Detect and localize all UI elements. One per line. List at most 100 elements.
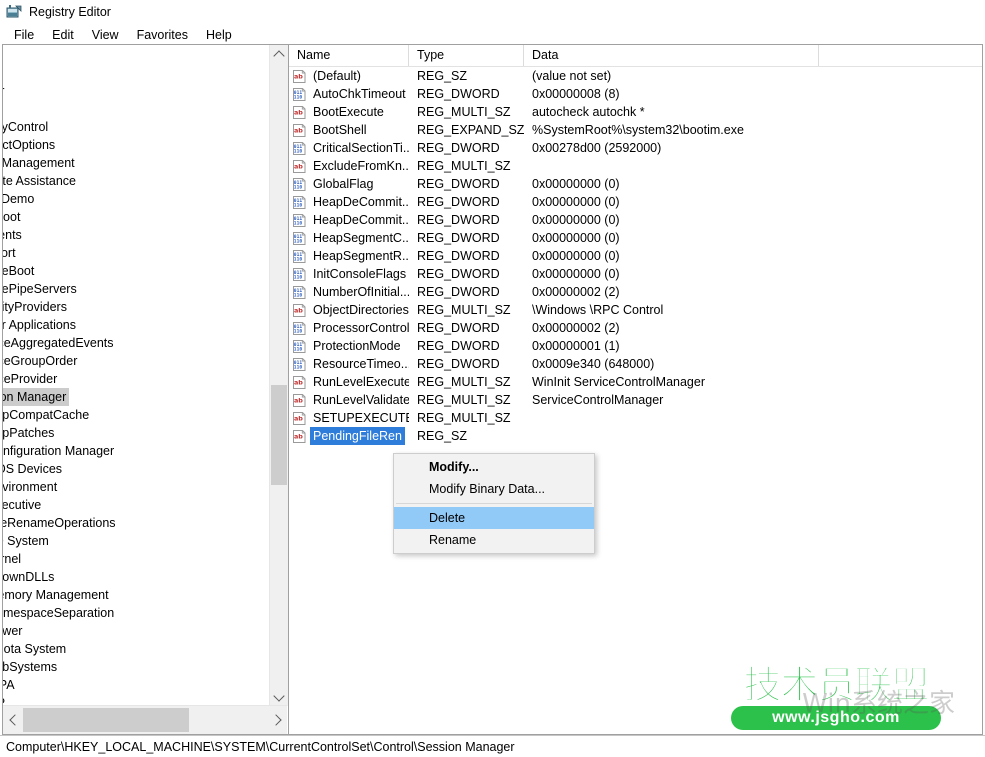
svg-text:110: 110 — [294, 292, 303, 298]
tree-scroll-thumb[interactable] — [271, 385, 287, 485]
tree-node-pnp[interactable]: PnP — [3, 64, 269, 82]
menu-file[interactable]: File — [5, 26, 43, 44]
value-row[interactable]: 011 110 InitConsoleFlags REG_DWORD 0x0000000… — [289, 265, 982, 283]
tree-node-print[interactable]: Print — [3, 100, 269, 118]
value-name-cell: ab (Default) — [289, 67, 409, 85]
value-row[interactable]: ab SETUPEXECUTE REG_MULTI_SZ — [289, 409, 982, 427]
tree-node-prioritycontrol[interactable]: PriorityControl — [3, 118, 269, 136]
tree-node-retaildemo[interactable]: RetailDemo — [3, 190, 269, 208]
tree-node-serviceaggregatedevents[interactable]: ServiceAggregatedEvents — [3, 334, 269, 352]
value-data: 0x00278d00 (2592000) — [532, 141, 662, 155]
value-row[interactable]: ab PendingFileRen REG_SZ — [289, 427, 982, 445]
tree-node-pcw[interactable]: PCW — [3, 46, 269, 64]
tree-scroll-down-button[interactable] — [270, 688, 288, 706]
value-row[interactable]: 011 110 ResourceTimeo... REG_DWORD 0x0009e34… — [289, 355, 982, 373]
tree-node-productoptions[interactable]: ProductOptions — [3, 136, 269, 154]
svg-text:110: 110 — [294, 238, 303, 244]
tree-node-memory-management[interactable]: Memory Management — [3, 586, 269, 604]
tree-node-radiomanagement[interactable]: RadioManagement — [3, 154, 269, 172]
tree-node-power[interactable]: Power — [3, 82, 269, 100]
value-row[interactable]: ab ExcludeFromKn... REG_MULTI_SZ — [289, 157, 982, 175]
value-row[interactable]: 011 110 CriticalSectionTi... REG_DWORD 0x002… — [289, 139, 982, 157]
menu-view[interactable]: View — [83, 26, 128, 44]
value-name: CriticalSectionTi... — [313, 141, 409, 155]
value-rows: ab (Default) REG_SZ (value not set) 011 110 Au… — [289, 67, 982, 734]
tree-node-appcompatcache[interactable]: AppCompatCache — [3, 406, 269, 424]
value-row[interactable]: 011 110 HeapSegmentR... REG_DWORD 0x00000000… — [289, 247, 982, 265]
tree-node-label: SafeBoot — [3, 210, 21, 224]
svg-text:110: 110 — [294, 94, 303, 100]
context-menu-item-delete[interactable]: Delete — [394, 507, 594, 529]
tree-node-server-applications[interactable]: Server Applications — [3, 316, 269, 334]
tree-node-kernel[interactable]: kernel — [3, 550, 269, 568]
context-menu-item-modify[interactable]: Modify... — [394, 456, 594, 478]
main-split-pane: PCWPnPPowerPrintPriorityControlProductOp… — [2, 44, 983, 735]
value-name: ExcludeFromKn... — [313, 159, 409, 173]
tree-vertical-scrollbar[interactable] — [269, 45, 288, 706]
menu-edit[interactable]: Edit — [43, 26, 83, 44]
value-row[interactable]: 011 110 AutoChkTimeout REG_DWORD 0x00000008 … — [289, 85, 982, 103]
column-header-data[interactable]: Data — [524, 45, 819, 66]
tree-node-filerenameoperations[interactable]: FileRenameOperations — [3, 514, 269, 532]
tree-node-knowndlls[interactable]: KnownDLLs — [3, 568, 269, 586]
tree-node-i-o-system[interactable]: I/O System — [3, 532, 269, 550]
tree-node-namespaceseparation[interactable]: NamespaceSeparation — [3, 604, 269, 622]
context-menu-item-modify-binary-data[interactable]: Modify Binary Data... — [394, 478, 594, 500]
tree-scroll-left-button[interactable] — [3, 706, 23, 734]
registry-value-list[interactable]: Name Type Data ab (Default) REG_SZ (value n… — [288, 44, 983, 735]
tree-node-apppatches[interactable]: AppPatches — [3, 424, 269, 442]
tree-node-securepipeservers[interactable]: SecurePipeServers — [3, 280, 269, 298]
value-row[interactable]: 011 110 HeapSegmentC... REG_DWORD 0x00000000… — [289, 229, 982, 247]
tree-node-securityproviders[interactable]: SecurityProviders — [3, 298, 269, 316]
tree-horizontal-scrollbar[interactable] — [3, 705, 287, 734]
tree-node-environment[interactable]: Environment — [3, 478, 269, 496]
column-header-name[interactable]: Name — [289, 45, 409, 66]
value-row[interactable]: 011 110 ProcessorControl REG_DWORD 0x0000000… — [289, 319, 982, 337]
value-row[interactable]: 011 110 GlobalFlag REG_DWORD 0x00000000 (0) — [289, 175, 982, 193]
value-row[interactable]: 011 110 NumberOfInitial... REG_DWORD 0x00000… — [289, 283, 982, 301]
menu-help[interactable]: Help — [197, 26, 241, 44]
tree-node-secureboot[interactable]: SecureBoot — [3, 262, 269, 280]
value-name-cell: 011 110 HeapDeCommit... — [289, 193, 409, 211]
chevron-down-icon — [273, 689, 285, 702]
tree-node-session-manager[interactable]: Session Manager — [3, 388, 269, 406]
value-row[interactable]: ab (Default) REG_SZ (value not set) — [289, 67, 982, 85]
value-row[interactable]: ab RunLevelExecute REG_MULTI_SZ WinInit Ser… — [289, 373, 982, 391]
tree-node-wpa[interactable]: WPA — [3, 676, 269, 694]
value-row[interactable]: ab BootShell REG_EXPAND_SZ %SystemRoot%\sys… — [289, 121, 982, 139]
value-name-cell: 011 110 HeapSegmentR... — [289, 247, 409, 265]
context-menu-item-rename[interactable]: Rename — [394, 529, 594, 551]
value-name: PendingFileRen — [310, 427, 405, 445]
tree-node-scevents[interactable]: ScEvents — [3, 226, 269, 244]
tree-hscroll-thumb[interactable] — [23, 708, 189, 732]
column-header-type[interactable]: Type — [409, 45, 524, 66]
tree-node-executive[interactable]: Executive — [3, 496, 269, 514]
registry-key-tree[interactable]: PCWPnPPowerPrintPriorityControlProductOp… — [2, 44, 288, 735]
value-row[interactable]: ab BootExecute REG_MULTI_SZ autocheck autoc… — [289, 103, 982, 121]
tree-node-remote-assistance[interactable]: Remote Assistance — [3, 172, 269, 190]
value-name-cell: 011 110 ResourceTimeo... — [289, 355, 409, 373]
tree-node-dos-devices[interactable]: DOS Devices — [3, 460, 269, 478]
value-row[interactable]: ab ObjectDirectories REG_MULTI_SZ \Windows … — [289, 301, 982, 319]
menu-favorites[interactable]: Favorites — [128, 26, 197, 44]
value-context-menu[interactable]: Modify... Modify Binary Data... Delete Rena… — [393, 453, 595, 554]
svg-text:110: 110 — [294, 220, 303, 226]
chevron-left-icon — [8, 714, 21, 726]
tree-node-quota-system[interactable]: Quota System — [3, 640, 269, 658]
tree-scroll-right-button[interactable] — [267, 706, 287, 734]
tree-node-safeboot[interactable]: SafeBoot — [3, 208, 269, 226]
tree-node-servicegrouporder[interactable]: ServiceGroupOrder — [3, 352, 269, 370]
tree-node-subsystems[interactable]: SubSystems — [3, 658, 269, 676]
value-row[interactable]: 011 110 ProtectionMode REG_DWORD 0x00000001 … — [289, 337, 982, 355]
tree-node-configuration-manager[interactable]: Configuration Manager — [3, 442, 269, 460]
tree-scroll-up-button[interactable] — [270, 45, 288, 63]
tree-node-power[interactable]: Power — [3, 622, 269, 640]
dword-value-icon: 011 110 — [292, 231, 307, 246]
value-row[interactable]: 011 110 HeapDeCommit... REG_DWORD 0x00000000… — [289, 211, 982, 229]
value-row[interactable]: ab RunLevelValidate REG_MULTI_SZ ServiceCon… — [289, 391, 982, 409]
tree-node-serviceprovider[interactable]: ServiceProvider — [3, 370, 269, 388]
tree-node-scsiport[interactable]: ScsiPort — [3, 244, 269, 262]
svg-text:110: 110 — [294, 184, 303, 190]
value-row[interactable]: 011 110 HeapDeCommit... REG_DWORD 0x00000000… — [289, 193, 982, 211]
value-type: REG_SZ — [417, 69, 468, 83]
